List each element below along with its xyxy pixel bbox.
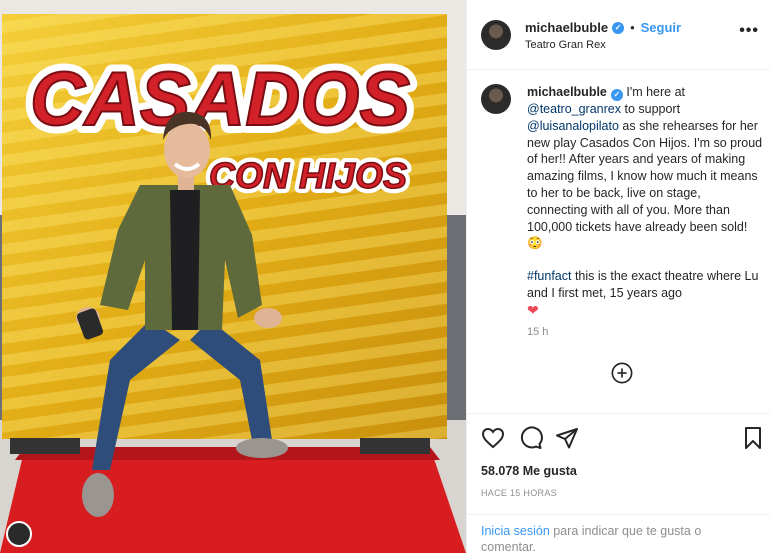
author-username[interactable]: michaelbuble	[525, 20, 608, 35]
login-link[interactable]: Inicia sesión	[481, 524, 550, 538]
heart-emoji: ❤	[527, 301, 539, 318]
follow-button[interactable]: Seguir	[641, 20, 681, 35]
comments-area: michaelbuble ✓ I'm here at @teatro_granre…	[467, 70, 770, 414]
caption-text-3: as she rehearses for her new play Casado…	[527, 118, 763, 251]
heart-icon[interactable]	[481, 426, 505, 450]
photo-illustration: CASADOS CASADOS CON HIJOS CON HIJOS	[0, 0, 466, 553]
header-user-row: michaelbuble ✓ • Seguir	[525, 20, 681, 35]
add-comment-icon[interactable]	[611, 362, 633, 384]
mention-luisana[interactable]: @luisanalopilato	[527, 119, 619, 133]
location-link[interactable]: Teatro Gran Rex	[525, 39, 606, 51]
likes-count[interactable]: 58.078 Me gusta	[481, 464, 577, 478]
post-panel: michaelbuble ✓ • Seguir Teatro Gran Rex …	[466, 0, 770, 553]
svg-text:CASADOS: CASADOS	[30, 57, 410, 142]
post-caption: michaelbuble ✓ I'm here at @teatro_granre…	[527, 84, 763, 336]
post-timestamp: HACE 15 HORAS	[481, 488, 557, 498]
share-icon[interactable]	[555, 426, 579, 450]
bookmark-icon[interactable]	[741, 426, 765, 450]
more-icon[interactable]: •••	[739, 22, 759, 40]
profile-avatar-small[interactable]	[6, 521, 32, 547]
author-avatar[interactable]	[481, 20, 511, 50]
post-header: michaelbuble ✓ • Seguir Teatro Gran Rex …	[467, 0, 770, 70]
action-bar	[467, 414, 770, 458]
caption-time: 15 h	[527, 326, 549, 338]
caption-avatar[interactable]	[481, 84, 511, 114]
caption-text-2: to support	[621, 102, 681, 116]
hashtag-funfact[interactable]: #funfact	[527, 269, 571, 283]
separator-dot: •	[630, 20, 635, 35]
mention-teatro[interactable]: @teatro_granrex	[527, 102, 621, 116]
svg-text:CON HIJOS: CON HIJOS	[209, 155, 407, 196]
caption-username[interactable]: michaelbuble	[527, 85, 607, 99]
comment-icon[interactable]	[519, 426, 543, 450]
caption-text-1: I'm here at	[622, 85, 686, 99]
verified-icon: ✓	[610, 89, 623, 101]
post-photo[interactable]: CASADOS CASADOS CON HIJOS CON HIJOS	[0, 0, 466, 553]
login-prompt: Inicia sesión para indicar que te gusta …	[467, 514, 770, 553]
verified-icon: ✓	[612, 21, 625, 34]
